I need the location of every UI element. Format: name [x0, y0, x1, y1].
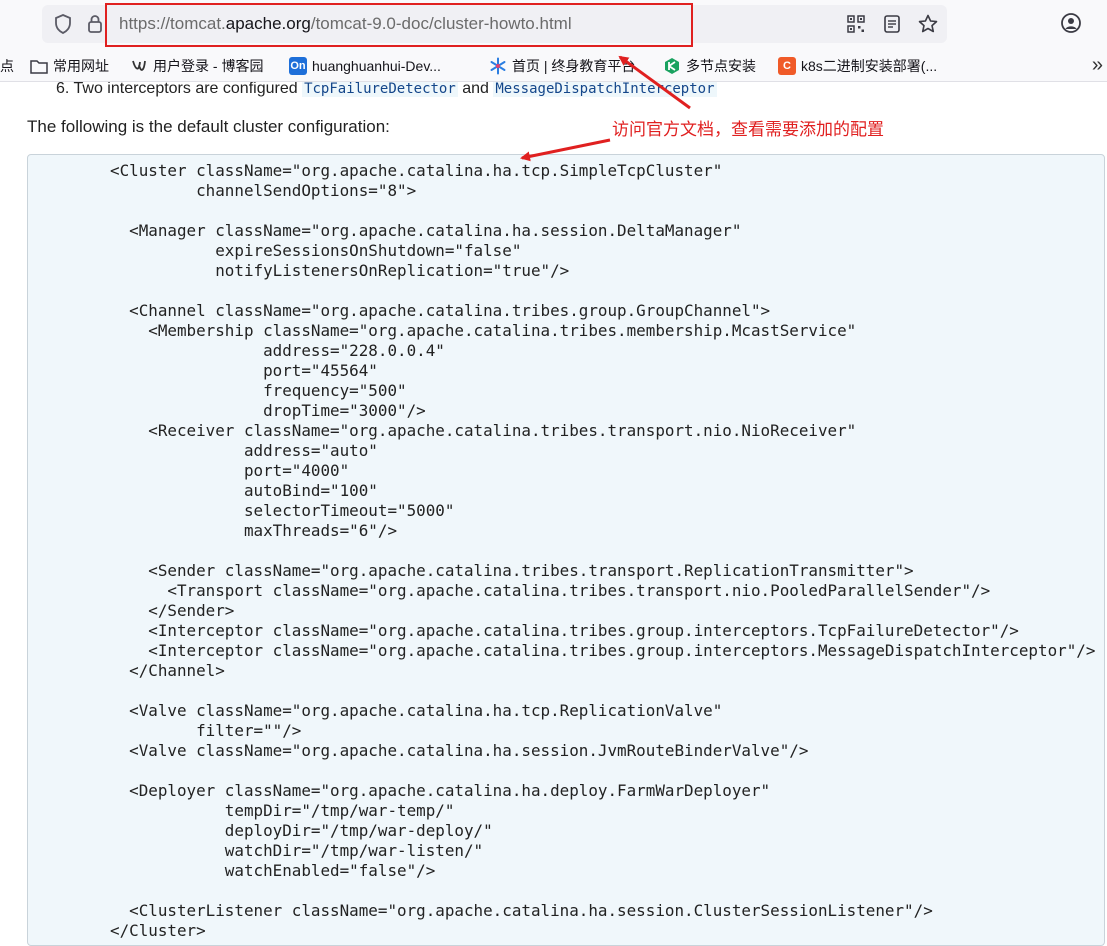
- url-text[interactable]: https://tomcat.apache.org/tomcat-9.0-doc…: [119, 14, 572, 34]
- bookmark-label: 多节点安装: [686, 58, 756, 74]
- url-actions: [843, 5, 941, 43]
- bookmark-label: 用户登录 - 博客园: [153, 58, 264, 74]
- kubesphere-icon: [663, 57, 681, 75]
- intro-paragraph: The following is the default cluster con…: [27, 117, 390, 136]
- bookmarks-bar: 点 常用网址 用户登录 - 博客园 On huanghuanhui-Dev...…: [0, 50, 1107, 82]
- lock-icon[interactable]: [82, 5, 108, 43]
- inline-code: TcpFailureDetector: [302, 82, 458, 97]
- cluster-config-code: <Cluster className="org.apache.catalina.…: [110, 161, 1096, 940]
- account-icon[interactable]: [1058, 10, 1084, 36]
- bookmark-cnblogs[interactable]: 用户登录 - 博客园: [130, 56, 263, 76]
- bookmark-multinode[interactable]: 多节点安装: [663, 56, 756, 76]
- list-item-text: 6. Two interceptors are configured: [56, 82, 303, 97]
- bookmark-label: 常用网址: [53, 58, 109, 74]
- code-block: <Cluster className="org.apache.catalina.…: [27, 154, 1105, 946]
- reader-view-icon[interactable]: [879, 11, 905, 37]
- qr-code-icon[interactable]: [843, 11, 869, 37]
- snowflake-icon: [489, 57, 507, 75]
- page-content: 6. Two interceptors are configured TcpFa…: [0, 82, 1107, 946]
- bookmark-label: 点: [0, 58, 14, 74]
- browser-window: https://tomcat.apache.org/tomcat-9.0-doc…: [0, 0, 1107, 946]
- inline-code: MessageDispatchInterceptor: [493, 82, 717, 97]
- address-bar[interactable]: https://tomcat.apache.org/tomcat-9.0-doc…: [42, 5, 947, 43]
- list-item-text: and: [457, 82, 494, 97]
- bookmark-label: huanghuanhui-Dev...: [312, 58, 441, 74]
- folder-icon: [30, 57, 48, 75]
- bookmark-k8s[interactable]: C k8s二进制安装部署(...: [778, 56, 937, 76]
- csdn-icon: C: [778, 57, 796, 75]
- oschina-icon: On: [289, 57, 307, 75]
- bookmark-education[interactable]: 首页 | 终身教育平台: [489, 56, 635, 76]
- bookmark-item[interactable]: 点: [0, 56, 14, 76]
- bookmark-label: 首页 | 终身教育平台: [512, 58, 636, 74]
- shield-icon[interactable]: [50, 5, 76, 43]
- bookmarks-overflow-icon[interactable]: »: [1092, 54, 1103, 77]
- previous-list-item: 6. Two interceptors are configured TcpFa…: [56, 82, 717, 98]
- browser-toolbar: https://tomcat.apache.org/tomcat-9.0-doc…: [0, 0, 1107, 50]
- annotation-text: 访问官方文档，查看需要添加的配置: [612, 120, 884, 139]
- bookmark-folder-common[interactable]: 常用网址: [30, 56, 109, 76]
- cnblogs-icon: [130, 57, 148, 75]
- bookmark-star-icon[interactable]: [915, 11, 941, 37]
- bookmark-label: k8s二进制安装部署(...: [801, 58, 938, 74]
- bookmark-huanghuanhui[interactable]: On huanghuanhui-Dev...: [289, 56, 441, 76]
